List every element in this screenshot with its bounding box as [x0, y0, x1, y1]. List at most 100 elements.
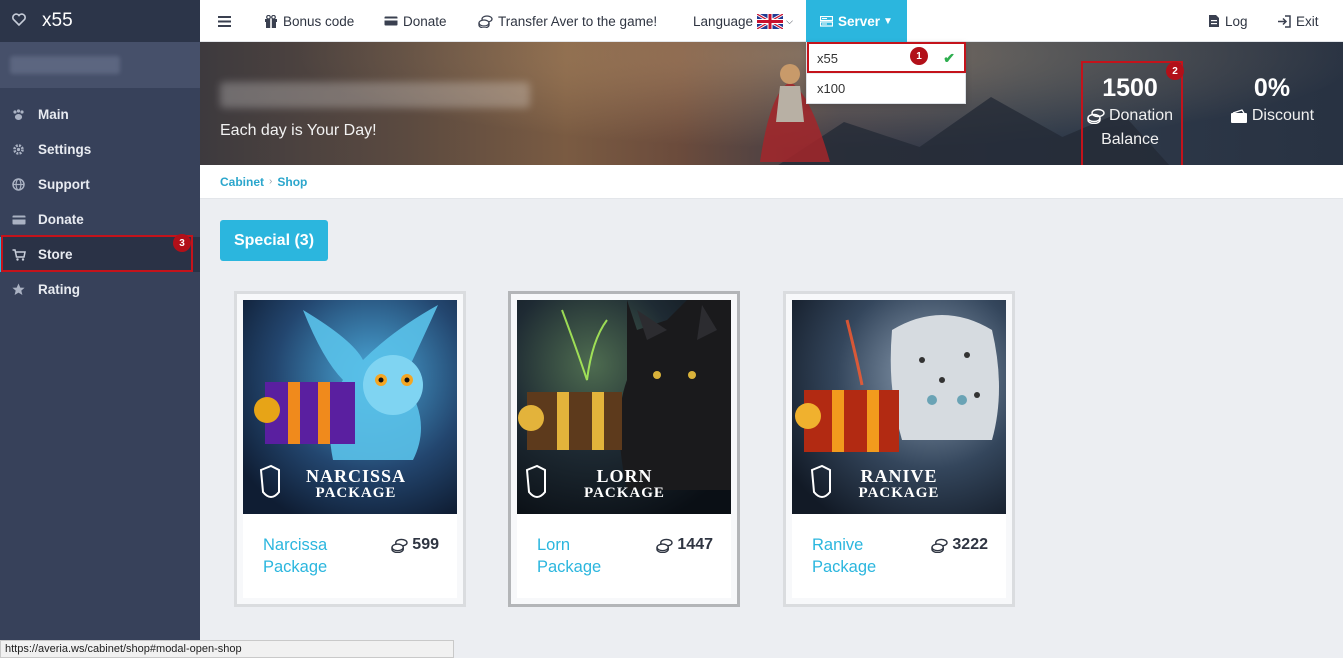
sidebar-item-main[interactable]: Main — [0, 97, 200, 132]
paw-icon — [12, 108, 38, 121]
sidebar-item-label: Settings — [38, 142, 92, 157]
sidebar-item-donate[interactable]: Donate — [0, 202, 200, 237]
bonus-code-label: Bonus code — [283, 13, 355, 29]
exit-label: Exit — [1296, 13, 1319, 29]
product-name[interactable]: Lorn Package — [537, 534, 637, 578]
balance-value: 1500 — [1102, 74, 1158, 102]
sidebar-header: x55 — [0, 0, 200, 42]
sidebar-item-store[interactable]: Store — [0, 237, 200, 272]
sign-out-icon — [1277, 14, 1291, 28]
product-price: 1447 — [656, 536, 713, 554]
chevron-down-icon: ⌵ — [786, 15, 793, 26]
product-card-lorn[interactable]: LORN PACKAGE Lorn Package 1447 — [508, 291, 740, 607]
star-icon — [12, 283, 38, 296]
discount-value: 0% — [1253, 74, 1291, 102]
card-icon — [384, 16, 398, 26]
discount-stat: 0% Discount — [1222, 74, 1322, 125]
product-price: 599 — [391, 536, 439, 554]
server-icon — [820, 15, 833, 27]
sidebar-item-settings[interactable]: Settings — [0, 132, 200, 167]
server-option-label: x100 — [817, 81, 846, 96]
server-option-label: x55 — [817, 50, 838, 66]
product-art-title-1: LORN — [596, 466, 653, 486]
hamburger-icon — [218, 15, 231, 27]
product-name-line: Lorn — [537, 536, 571, 554]
special-category-button[interactable]: Special (3) — [220, 220, 328, 261]
sidebar-item-support[interactable]: Support — [0, 167, 200, 202]
breadcrumb: Cabinet › Shop — [200, 165, 1343, 199]
language-selector[interactable]: Language ⌵ — [693, 0, 793, 42]
top-navbar: Bonus code Donate Transfer Aver to the g… — [200, 0, 1343, 42]
product-info: Ranive Package 3222 — [792, 514, 1006, 598]
balance-label-2: Balance — [1101, 131, 1159, 148]
product-price-value: 599 — [412, 536, 439, 553]
sidebar-item-label: Main — [38, 107, 69, 122]
menu-toggle-button[interactable] — [218, 0, 236, 42]
product-info: Lorn Package 1447 — [517, 514, 731, 598]
profile-banner: Each day is Your Day! 1500 Donation Bala… — [200, 42, 1343, 165]
exit-link[interactable]: Exit — [1277, 0, 1319, 42]
sidebar-item-label: Support — [38, 177, 90, 192]
product-art-title-2: PACKAGE — [858, 485, 940, 501]
discount-label: Discount — [1251, 107, 1315, 124]
sidebar-item-label: Rating — [38, 282, 80, 297]
document-icon — [1208, 14, 1220, 28]
uk-flag-icon — [756, 12, 784, 30]
product-name-line: Package — [537, 558, 602, 576]
server-label: Server — [838, 13, 881, 29]
product-card-narcissa[interactable]: NARCISSA PACKAGE Narcissa Package 599 — [234, 291, 466, 607]
sidebar-item-rating[interactable]: Rating — [0, 272, 200, 307]
wallet-icon — [1230, 108, 1248, 124]
bonus-code-link[interactable]: Bonus code — [264, 0, 354, 42]
product-price-value: 3222 — [952, 536, 988, 553]
coins-icon — [1087, 108, 1105, 124]
transfer-label: Transfer Aver to the game! — [498, 13, 658, 29]
gear-icon — [12, 143, 38, 156]
log-link[interactable]: Log — [1208, 0, 1248, 42]
annotation-badge: 2 — [1166, 62, 1184, 80]
product-art-title-2: PACKAGE — [584, 485, 665, 501]
donation-balance: 1500 Donation Balance — [1080, 74, 1180, 149]
product-name-line: Package — [263, 558, 328, 576]
product-price: 3222 — [931, 536, 988, 554]
product-art-title: RANIVE PACKAGE — [844, 466, 954, 502]
breadcrumb-shop[interactable]: Shop — [277, 175, 307, 189]
heart-icon — [12, 13, 32, 29]
product-image: RANIVE PACKAGE — [792, 300, 1006, 514]
product-art-title-2: PACKAGE — [315, 485, 397, 501]
product-info: Narcissa Package 599 — [243, 514, 457, 598]
annotation-badge: 1 — [910, 47, 928, 65]
donate-link[interactable]: Donate — [384, 0, 447, 42]
balance-label-row: Donation — [1080, 107, 1180, 125]
server-dropdown: x55 ✔ x100 — [806, 42, 966, 104]
card-icon — [12, 215, 38, 225]
server-selector-button[interactable]: Server ▼ — [806, 0, 907, 42]
cart-icon — [12, 248, 38, 261]
coins-icon — [478, 14, 493, 28]
donate-label: Donate — [403, 13, 447, 29]
coins-icon — [656, 538, 674, 553]
product-card-ranive[interactable]: RANIVE PACKAGE Ranive Package 3222 — [783, 291, 1015, 607]
coins-icon — [391, 538, 408, 553]
server-option-x100[interactable]: x100 — [807, 73, 965, 103]
server-option-x55[interactable]: x55 ✔ — [807, 43, 965, 73]
sidebar-item-label: Store — [38, 247, 73, 262]
language-label: Language — [693, 13, 754, 29]
product-name-line: Narcissa — [263, 536, 328, 554]
sidebar-item-label: Donate — [38, 212, 84, 227]
server-title: x55 — [42, 10, 73, 31]
log-label: Log — [1225, 13, 1248, 29]
annotation-badge: 3 — [173, 234, 191, 252]
product-art-title-1: RANIVE — [860, 466, 938, 486]
transfer-link[interactable]: Transfer Aver to the game! — [478, 0, 657, 42]
product-name[interactable]: Narcissa Package — [263, 534, 363, 578]
product-name[interactable]: Ranive Package — [812, 534, 912, 578]
chevron-right-icon: › — [269, 176, 273, 187]
banner-motto: Each day is Your Day! — [220, 122, 377, 139]
product-image: LORN PACKAGE — [517, 300, 731, 514]
breadcrumb-cabinet[interactable]: Cabinet — [220, 175, 264, 189]
gift-icon — [264, 14, 278, 28]
check-icon: ✔ — [943, 49, 955, 66]
balance-label: Donation — [1108, 107, 1174, 124]
product-name-line: Ranive — [812, 536, 864, 554]
